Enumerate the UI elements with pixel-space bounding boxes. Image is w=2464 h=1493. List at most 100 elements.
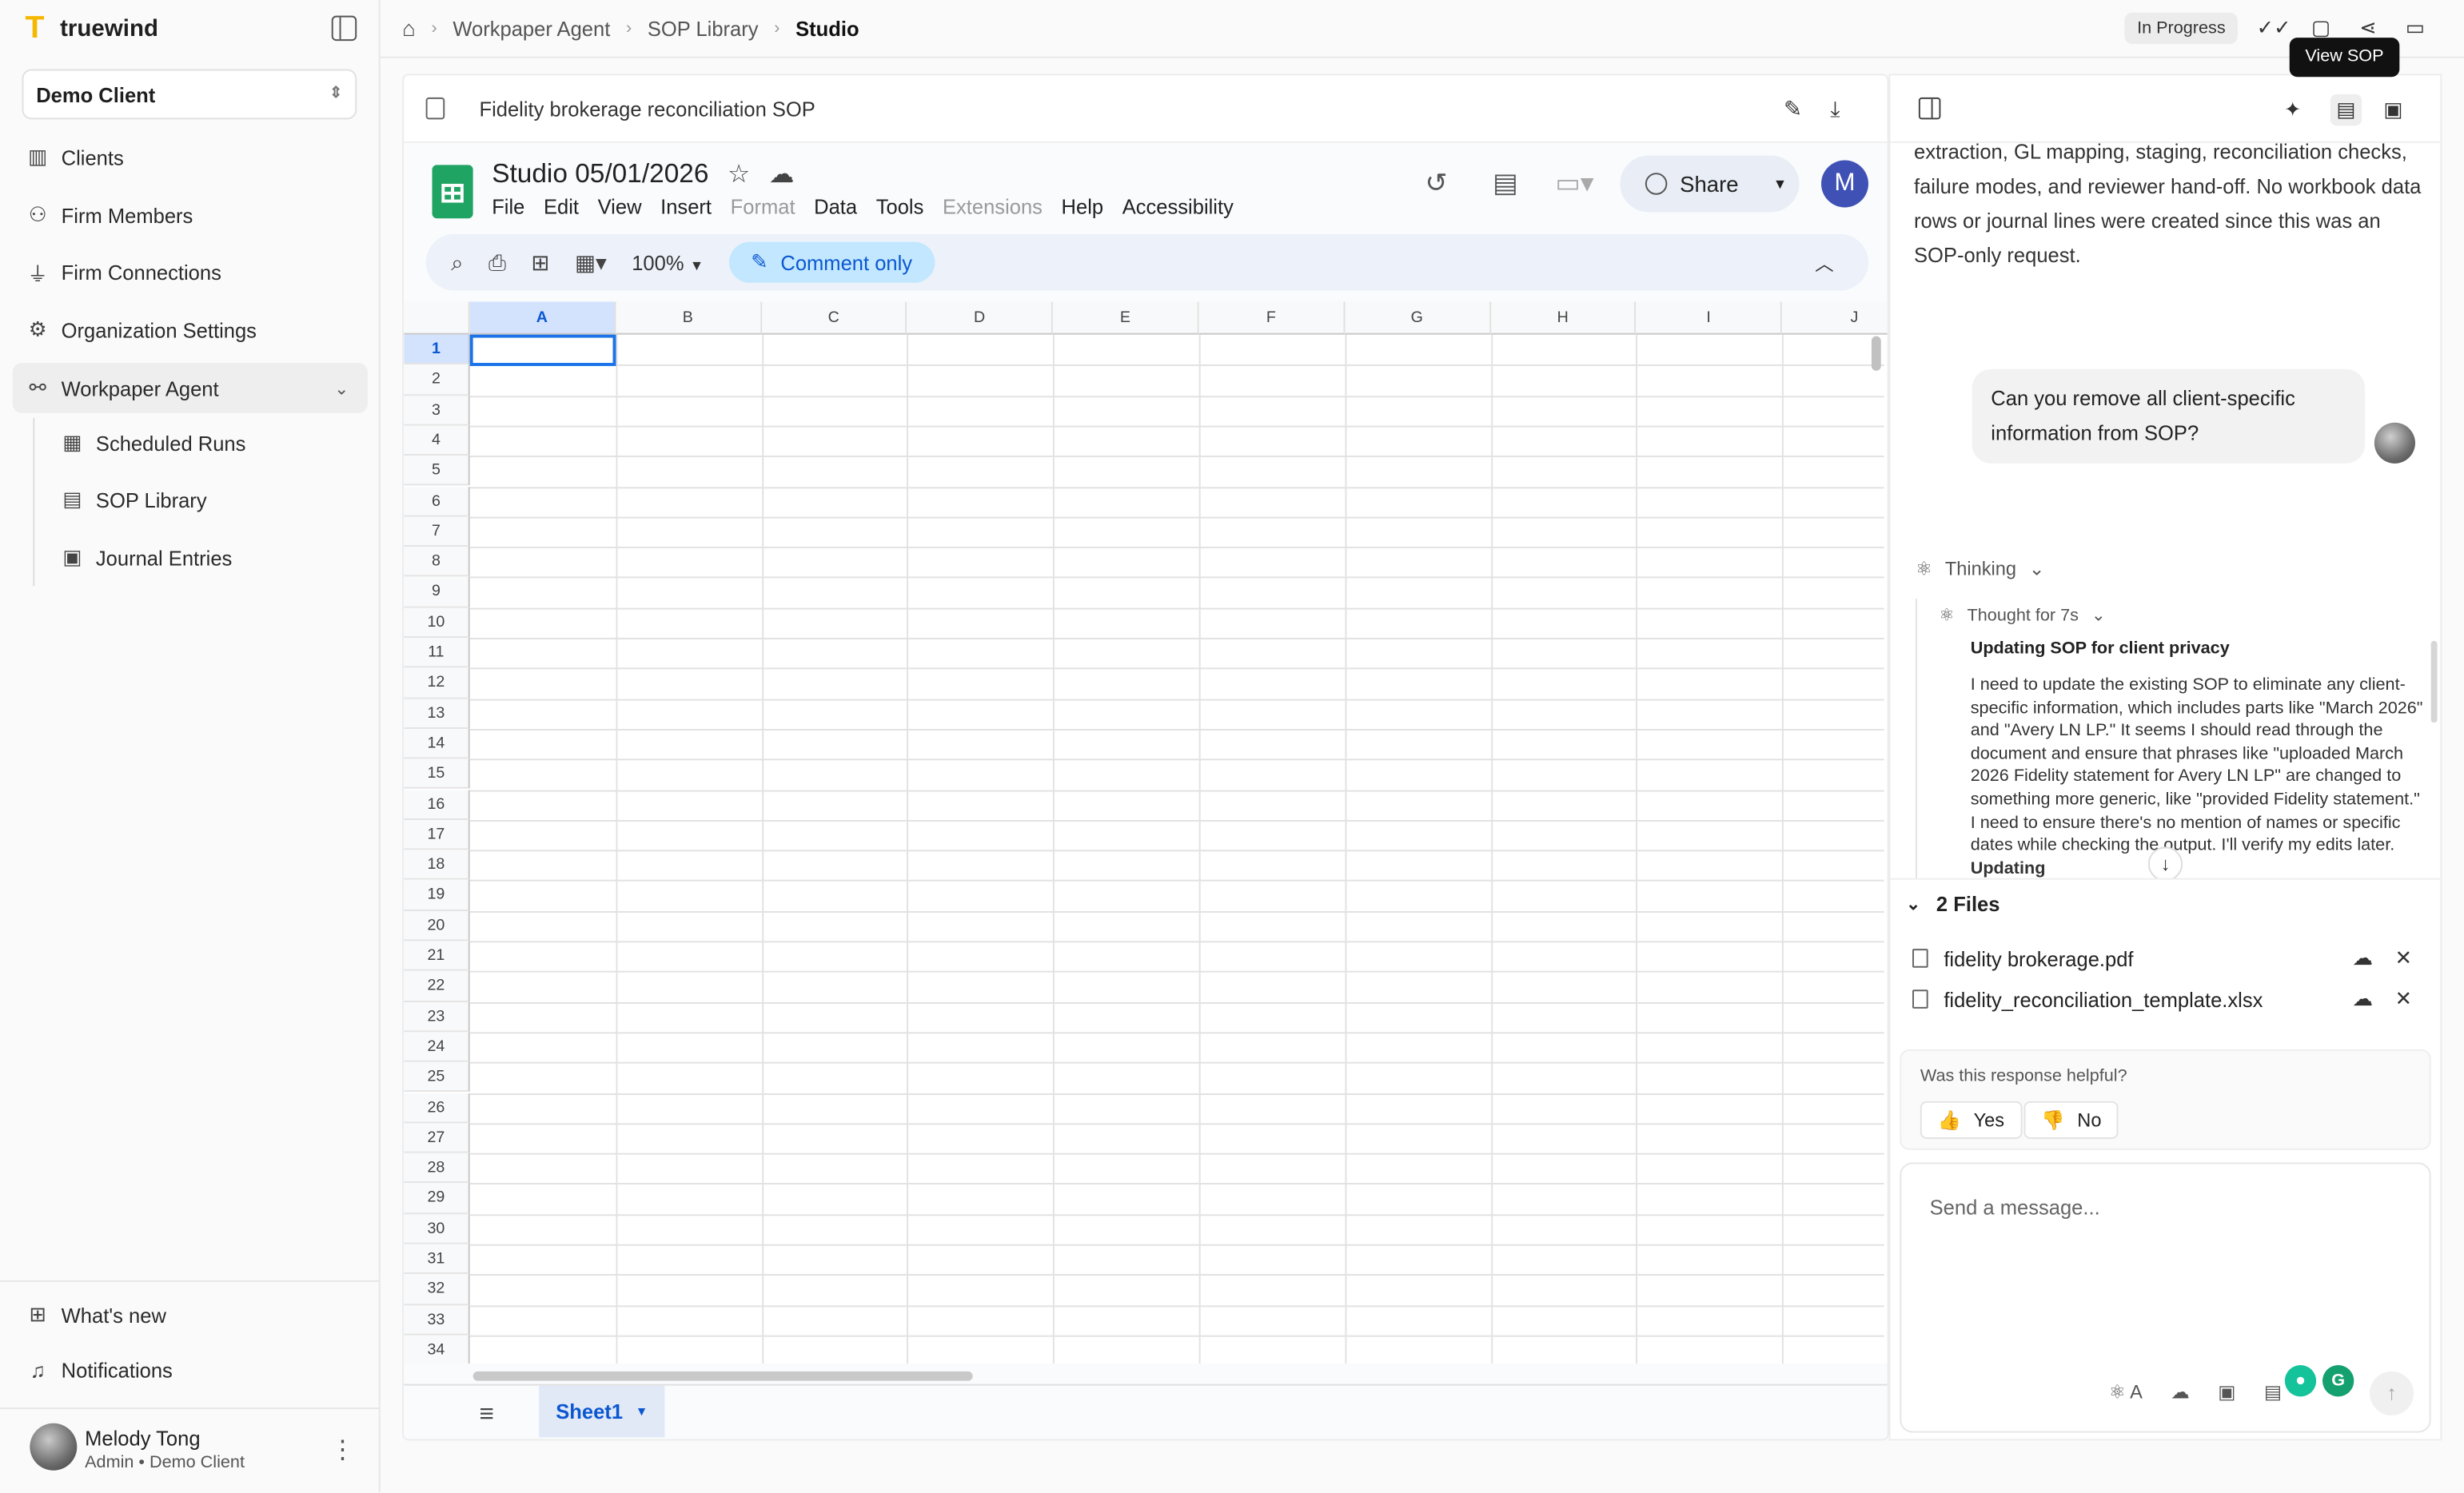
column-header-j[interactable]: J [1782,301,1888,335]
sidebar-item-sop-library[interactable]: ▤ SOP Library [47,475,361,525]
file-item[interactable]: fidelity brokerage.pdf ☁ ✕ [1903,939,2427,977]
cell-grid[interactable]: A B C D E F G H I J 1 2 3 4 5 6 7 8 9 10 11 12 13 14 15 16 17 18 19 2… [404,301,1888,1364]
row-header[interactable]: 13 [404,698,470,729]
download-icon[interactable]: ⤓ [1830,96,1840,122]
upload-icon[interactable]: ☁ [2171,1381,2190,1403]
more-vertical-icon[interactable]: ⋮ [330,1435,355,1466]
column-header-f[interactable]: F [1198,301,1346,335]
row-header[interactable]: 16 [404,789,470,820]
sidebar-toggle-icon[interactable] [331,15,357,42]
sidebar-item-firm-members[interactable]: ⚇ Firm Members [13,190,368,241]
sheet-tab[interactable]: Sheet1 ▼ [539,1385,665,1438]
row-header[interactable]: 31 [404,1244,470,1275]
sheets-logo-icon[interactable] [432,165,473,219]
star-icon[interactable]: ☆ [728,159,750,190]
message-input[interactable]: Send a message... [1930,1196,2100,1219]
row-header[interactable]: 11 [404,637,470,668]
menu-item-data[interactable]: Data [814,195,857,218]
cloud-icon[interactable]: ☁ [769,159,794,190]
sidebar-item-clients[interactable]: ▥ Clients [13,132,368,182]
row-header[interactable]: 25 [404,1062,470,1093]
menu-item-insert[interactable]: Insert [660,195,712,218]
sidebar-item-whats-new[interactable]: ⊞ What's new [13,1290,368,1340]
magic-wand-icon[interactable]: ✦ [2277,94,2308,125]
column-header-d[interactable]: D [907,301,1054,335]
cloud-upload-icon[interactable]: ☁ [2353,946,2374,970]
app-logo[interactable]: T truewind [25,13,158,44]
row-header[interactable]: 27 [404,1122,470,1153]
column-header-g[interactable]: G [1345,301,1491,335]
column-header-c[interactable]: C [761,301,907,335]
select-all-corner[interactable] [404,301,470,335]
sidebar-item-workpaper-agent[interactable]: ⚯ Workpaper Agent ⌄ [12,363,368,413]
history-icon[interactable]: ↺ [1413,168,1460,199]
column-header-i[interactable]: I [1636,301,1783,335]
menu-item-extensions[interactable]: Extensions [943,195,1043,218]
search-icon[interactable]: ⌕ [451,249,463,276]
menu-item-file[interactable]: File [492,195,524,218]
sidebar-item-scheduled-runs[interactable]: ▦ Scheduled Runs [47,418,361,468]
row-header[interactable]: 21 [404,941,470,972]
menu-item-help[interactable]: Help [1062,195,1104,218]
row-header[interactable]: 32 [404,1274,470,1305]
thinking-toggle[interactable]: ⚛ Thinking ⌄ [1916,558,2045,580]
row-header[interactable]: 33 [404,1304,470,1336]
print-icon[interactable]: ⎙ [488,249,506,276]
user-profile[interactable]: Melody Tong Admin • Demo Client ⋮ [0,1407,381,1492]
no-button[interactable]: 👎 No [2023,1101,2119,1139]
row-header[interactable]: 4 [404,425,470,456]
add-comment-icon[interactable]: ⊞ [531,249,549,276]
row-header[interactable]: 26 [404,1093,470,1123]
comment-icon[interactable]: ▤ [1481,168,1529,199]
language-icon[interactable]: ⚛ A [2109,1381,2143,1403]
row-header[interactable]: 7 [404,516,470,547]
row-header[interactable]: 28 [404,1153,470,1184]
chevron-up-icon[interactable]: ︿ [1815,249,1834,276]
send-button[interactable]: ↑ [2369,1371,2414,1415]
menu-item-accessibility[interactable]: Accessibility [1122,195,1234,218]
message-composer[interactable]: Send a message... ⚛ A ☁ ▣ ▤ ● G ↑ [1900,1162,2431,1433]
row-header[interactable]: 23 [404,1001,470,1033]
chat-scrollbar[interactable] [2430,640,2438,723]
sidebar-item-firm-connections[interactable]: ⏚ Firm Connections [13,247,368,297]
yes-button[interactable]: 👍 Yes [1920,1101,2022,1139]
file-item[interactable]: fidelity_reconciliation_template.xlsx ☁ ✕ [1903,980,2427,1017]
row-header[interactable]: 12 [404,667,470,699]
video-camera-icon[interactable]: ▭▾ [1551,168,1598,199]
scroll-down-button[interactable]: ↓ [2147,846,2183,878]
all-sheets-menu-icon[interactable]: ≡ [479,1401,493,1429]
panel-toggle-icon[interactable] [1918,97,1941,120]
edit-pencil-icon[interactable]: ✎ [1784,96,1802,122]
save-icon[interactable]: ▣ [2378,94,2409,125]
row-header[interactable]: 6 [404,486,470,517]
row-header[interactable]: 10 [404,607,470,638]
sheet-title[interactable]: Studio 05/01/2026 [492,159,708,190]
row-header[interactable]: 5 [404,456,470,487]
column-header-b[interactable]: B [616,301,762,335]
selected-cell[interactable] [469,334,616,366]
row-header[interactable]: 34 [404,1335,470,1364]
row-header[interactable]: 18 [404,850,470,881]
attach-icon[interactable]: ▣ [2218,1381,2235,1403]
close-icon[interactable]: ✕ [2395,946,2412,970]
menu-item-edit[interactable]: Edit [544,195,579,218]
row-header[interactable]: 3 [404,395,470,426]
row-header[interactable]: 17 [404,819,470,850]
row-header[interactable]: 24 [404,1032,470,1063]
menu-item-view[interactable]: View [598,195,642,218]
table-icon[interactable]: ▦▾ [575,249,607,276]
row-header[interactable]: 22 [404,971,470,1002]
close-icon[interactable]: ✕ [2395,986,2412,1011]
menu-item-tools[interactable]: Tools [876,195,924,218]
horizontal-scrollbar[interactable] [472,1371,973,1381]
account-avatar[interactable]: M [1821,160,1868,208]
zoom-select[interactable]: 100% ▼ [632,250,704,273]
grammarly-widget[interactable]: ● G [2284,1365,2354,1397]
row-header[interactable]: 15 [404,758,470,790]
row-header[interactable]: 29 [404,1183,470,1214]
row-header[interactable]: 19 [404,880,470,911]
sidebar-item-journal-entries[interactable]: ▣ Journal Entries [47,532,361,583]
thought-toggle[interactable]: ⚛ Thought for 7s ⌄ [1939,605,2105,626]
files-toggle[interactable]: ⌄ 2 Files [1906,892,2000,915]
cloud-upload-icon[interactable]: ☁ [2353,986,2374,1011]
